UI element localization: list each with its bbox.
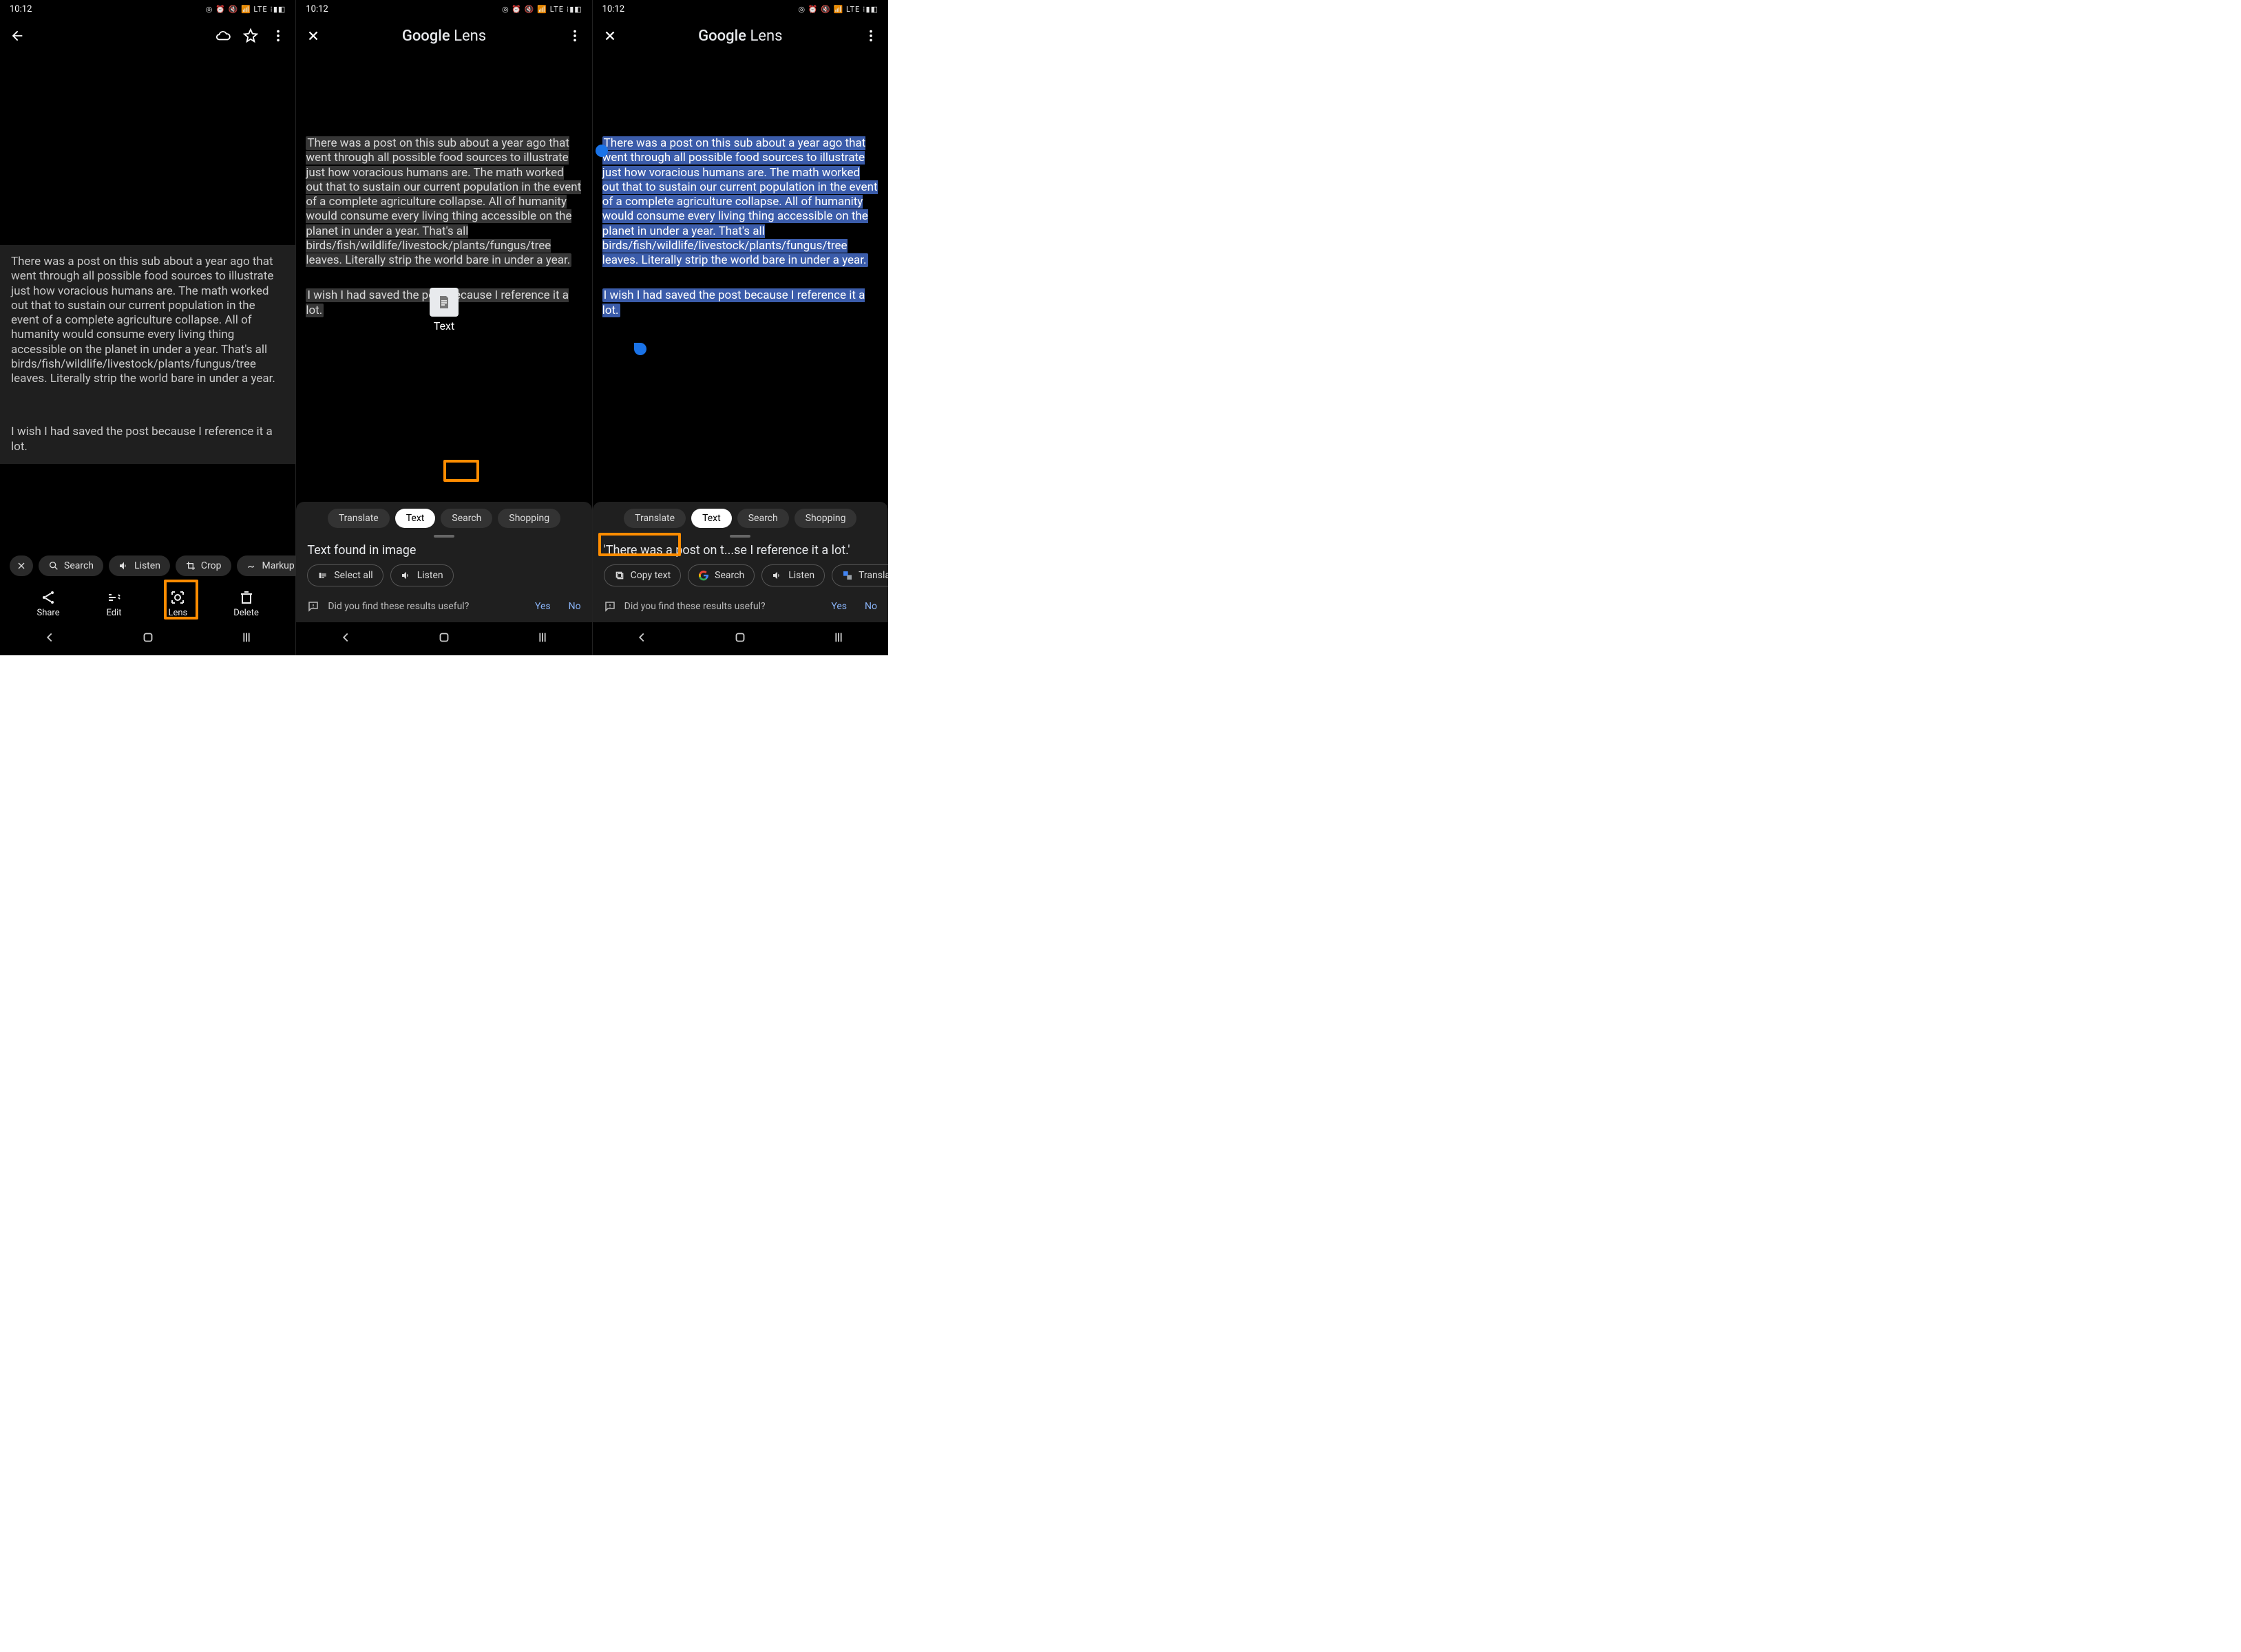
mode-shopping[interactable]: Shopping xyxy=(795,509,857,528)
nav-home[interactable] xyxy=(140,630,156,648)
more-icon[interactable] xyxy=(863,28,878,43)
close-icon[interactable] xyxy=(602,28,618,43)
feedback-icon xyxy=(604,600,616,613)
feedback-no[interactable]: No xyxy=(569,601,581,612)
ocr-para2-selected[interactable]: I wish I had saved the post because I re… xyxy=(602,288,878,318)
nav-recent[interactable] xyxy=(535,630,550,648)
status-bar: 10:12 ◎ ⏰ 🔇 📶 LTE ⁝▮◧ xyxy=(0,0,295,18)
lens-button[interactable]: Lens xyxy=(168,589,187,618)
delete-button[interactable]: Delete xyxy=(233,589,259,618)
feedback-yes[interactable]: Yes xyxy=(535,601,551,612)
ocr-para1-selected[interactable]: There was a post on this sub about a yea… xyxy=(602,136,878,268)
mode-search[interactable]: Search xyxy=(441,509,492,528)
text-overlay-indicator: Text xyxy=(430,288,459,332)
clock: 10:12 xyxy=(10,4,32,14)
feedback-icon xyxy=(307,600,319,613)
lens-bottom-sheet: Translate Text Search Shopping 'There wa… xyxy=(593,502,888,622)
listen-action[interactable]: Listen xyxy=(761,564,825,586)
mode-translate[interactable]: Translate xyxy=(624,509,686,528)
nav-home[interactable] xyxy=(436,630,452,648)
star-icon[interactable] xyxy=(243,28,258,43)
android-navbar xyxy=(296,622,591,655)
sheet-handle[interactable] xyxy=(434,535,454,538)
listen-chip[interactable]: Listen xyxy=(109,555,170,576)
edit-button[interactable]: Edit xyxy=(106,589,123,618)
close-chip[interactable] xyxy=(10,555,33,576)
content-para2: I wish I had saved the post because I re… xyxy=(0,419,295,460)
nav-back[interactable] xyxy=(338,630,353,648)
translate-action[interactable]: Transla xyxy=(832,564,888,586)
nav-home[interactable] xyxy=(733,630,748,648)
android-navbar xyxy=(593,622,888,655)
gallery-topbar xyxy=(0,18,295,54)
gallery-chip-row: Search Listen Crop Markup xyxy=(0,555,295,576)
content-para1: There was a post on this sub about a yea… xyxy=(0,249,295,392)
search-action[interactable]: Search xyxy=(688,564,755,586)
mode-row: Translate Text Search Shopping xyxy=(593,502,888,532)
feedback-row: Did you find these results useful? Yes N… xyxy=(296,593,591,622)
nav-recent[interactable] xyxy=(239,630,254,648)
gallery-bottom-bar: Share Edit Lens Delete xyxy=(0,589,295,618)
status-icons: ◎ ⏰ 🔇 📶 LTE ⁝▮◧ xyxy=(206,5,286,14)
lens-topbar: Google Lens xyxy=(593,18,888,54)
gallery-panel: 10:12 ◎ ⏰ 🔇 📶 LTE ⁝▮◧ There was a post o… xyxy=(0,0,296,655)
google-icon xyxy=(698,570,709,581)
feedback-yes[interactable]: Yes xyxy=(831,601,847,612)
lens-bottom-sheet: Translate Text Search Shopping Text foun… xyxy=(296,502,591,622)
cloud-icon[interactable] xyxy=(215,28,231,43)
markup-chip[interactable]: Markup xyxy=(237,555,304,576)
close-icon[interactable] xyxy=(306,28,321,43)
android-navbar xyxy=(0,622,295,655)
share-button[interactable]: Share xyxy=(36,589,59,618)
mode-text[interactable]: Text xyxy=(691,509,732,528)
lens-topbar: Google Lens xyxy=(296,18,591,54)
translate-icon xyxy=(842,570,853,581)
lens-detect-panel: 10:12 ◎ ⏰ 🔇 📶 LTE ⁝▮◧ Google Lens There … xyxy=(296,0,592,655)
search-chip[interactable]: Search xyxy=(39,555,103,576)
back-icon[interactable] xyxy=(10,28,25,43)
crop-chip[interactable]: Crop xyxy=(176,555,231,576)
feedback-no[interactable]: No xyxy=(865,601,877,612)
document-icon xyxy=(430,288,459,317)
nav-back[interactable] xyxy=(42,630,57,648)
image-content: There was a post on this sub about a yea… xyxy=(0,245,295,464)
feedback-row: Did you find these results useful? Yes N… xyxy=(593,593,888,622)
selection-handle-end[interactable] xyxy=(634,343,646,355)
sheet-title: Text found in image xyxy=(296,542,591,564)
mode-translate[interactable]: Translate xyxy=(328,509,390,528)
more-icon[interactable] xyxy=(271,28,286,43)
nav-recent[interactable] xyxy=(831,630,846,648)
sheet-title: 'There was a post on t...se I reference … xyxy=(593,542,888,564)
selection-handle-start[interactable] xyxy=(596,145,608,157)
mode-search[interactable]: Search xyxy=(737,509,789,528)
action-row: Copy text Search Listen Transla xyxy=(593,564,888,593)
nav-back[interactable] xyxy=(634,630,649,648)
mode-shopping[interactable]: Shopping xyxy=(498,509,560,528)
mode-row: Translate Text Search Shopping xyxy=(296,502,591,532)
more-icon[interactable] xyxy=(567,28,582,43)
sheet-handle[interactable] xyxy=(730,535,750,538)
copy-text-action[interactable]: Copy text xyxy=(604,564,682,586)
mode-text[interactable]: Text xyxy=(395,509,436,528)
listen-action[interactable]: Listen xyxy=(390,564,454,586)
action-row: Select all Listen xyxy=(296,564,591,593)
lens-title: Google Lens xyxy=(321,28,567,45)
ocr-para1[interactable]: There was a post on this sub about a yea… xyxy=(306,136,582,268)
lens-selected-panel: 10:12 ◎ ⏰ 🔇 📶 LTE ⁝▮◧ Google Lens There … xyxy=(593,0,888,655)
select-all-action[interactable]: Select all xyxy=(307,564,383,586)
